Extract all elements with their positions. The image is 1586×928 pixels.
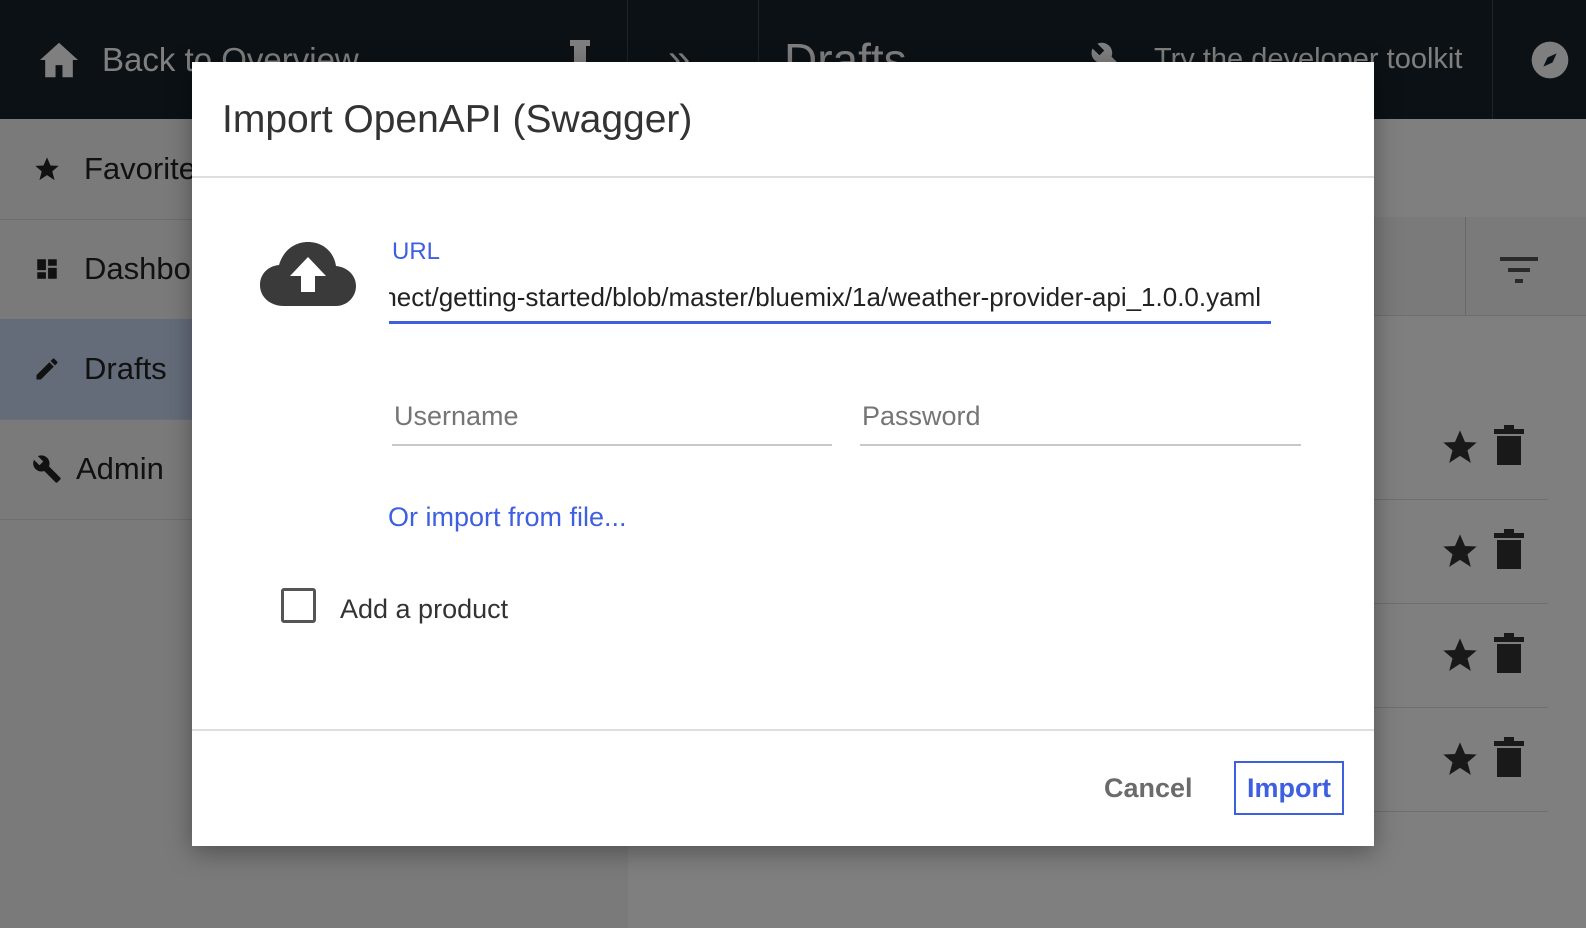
add-product-label[interactable]: Add a product	[340, 594, 508, 625]
url-label: URL	[392, 238, 441, 265]
username-input[interactable]	[392, 388, 832, 446]
divider	[192, 176, 1374, 178]
cancel-button[interactable]: Cancel	[1092, 762, 1205, 814]
dialog-title: Import OpenAPI (Swagger)	[222, 98, 693, 141]
import-openapi-dialog: Import OpenAPI (Swagger) URL https://git…	[192, 62, 1374, 846]
cloud-upload-icon	[260, 240, 356, 311]
import-button[interactable]: Import	[1234, 761, 1344, 815]
import-from-file-link[interactable]: Or import from file...	[388, 502, 627, 533]
url-input[interactable]: https://github.com/ibm-apiconnect/gettin…	[389, 274, 1271, 324]
divider	[192, 729, 1374, 731]
url-input-value: https://github.com/ibm-apiconnect/gettin…	[389, 282, 1261, 312]
add-product-checkbox[interactable]	[281, 588, 316, 623]
password-input[interactable]	[860, 388, 1301, 446]
